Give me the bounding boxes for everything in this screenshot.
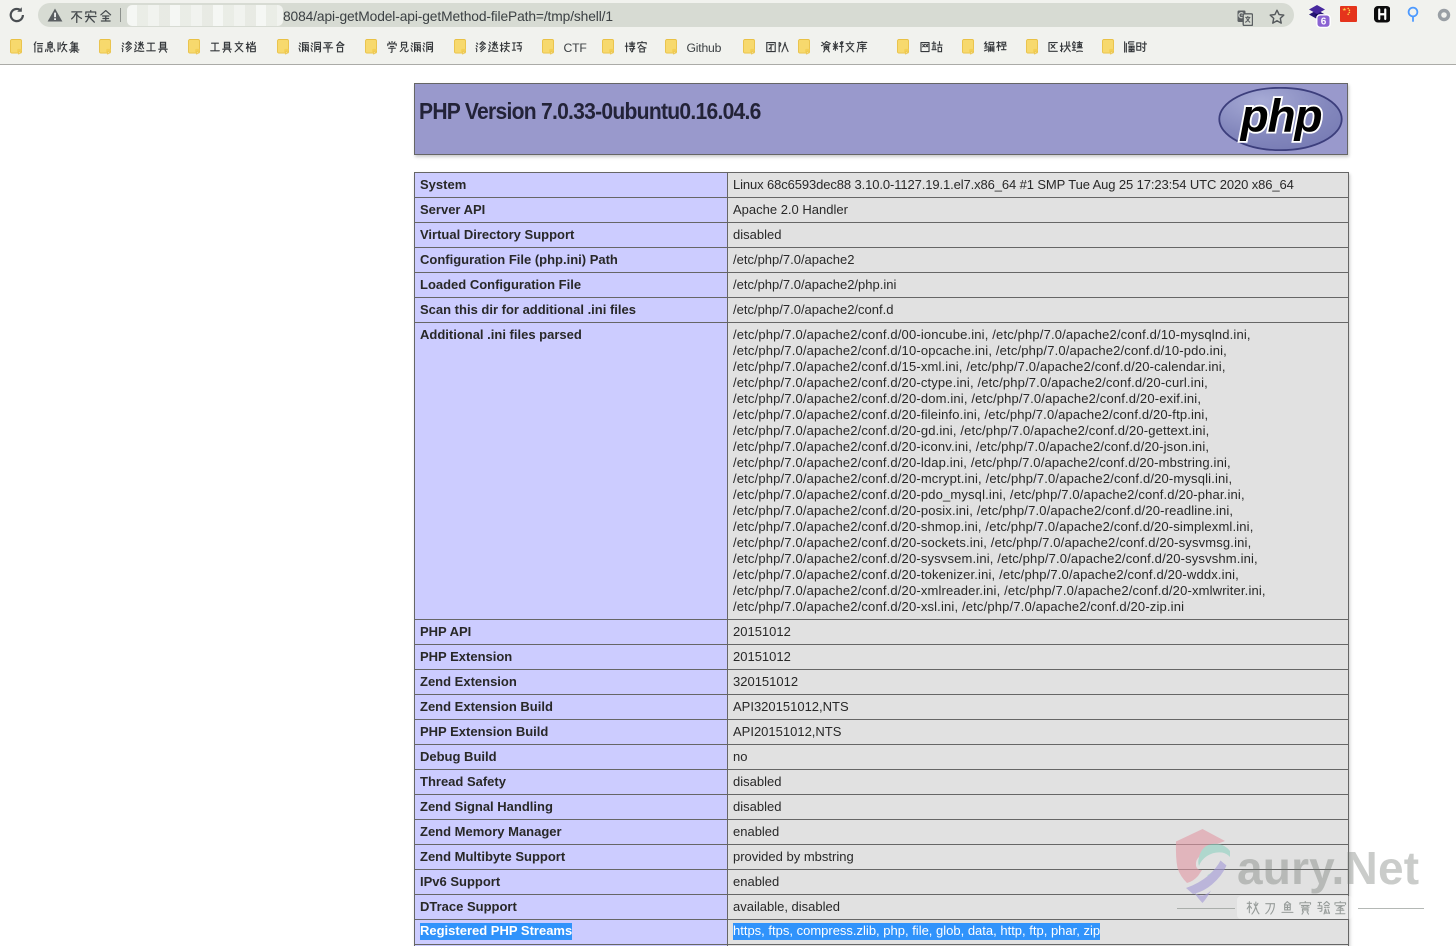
svg-text:php: php — [1239, 90, 1322, 142]
svg-text:6: 6 — [1321, 17, 1327, 28]
